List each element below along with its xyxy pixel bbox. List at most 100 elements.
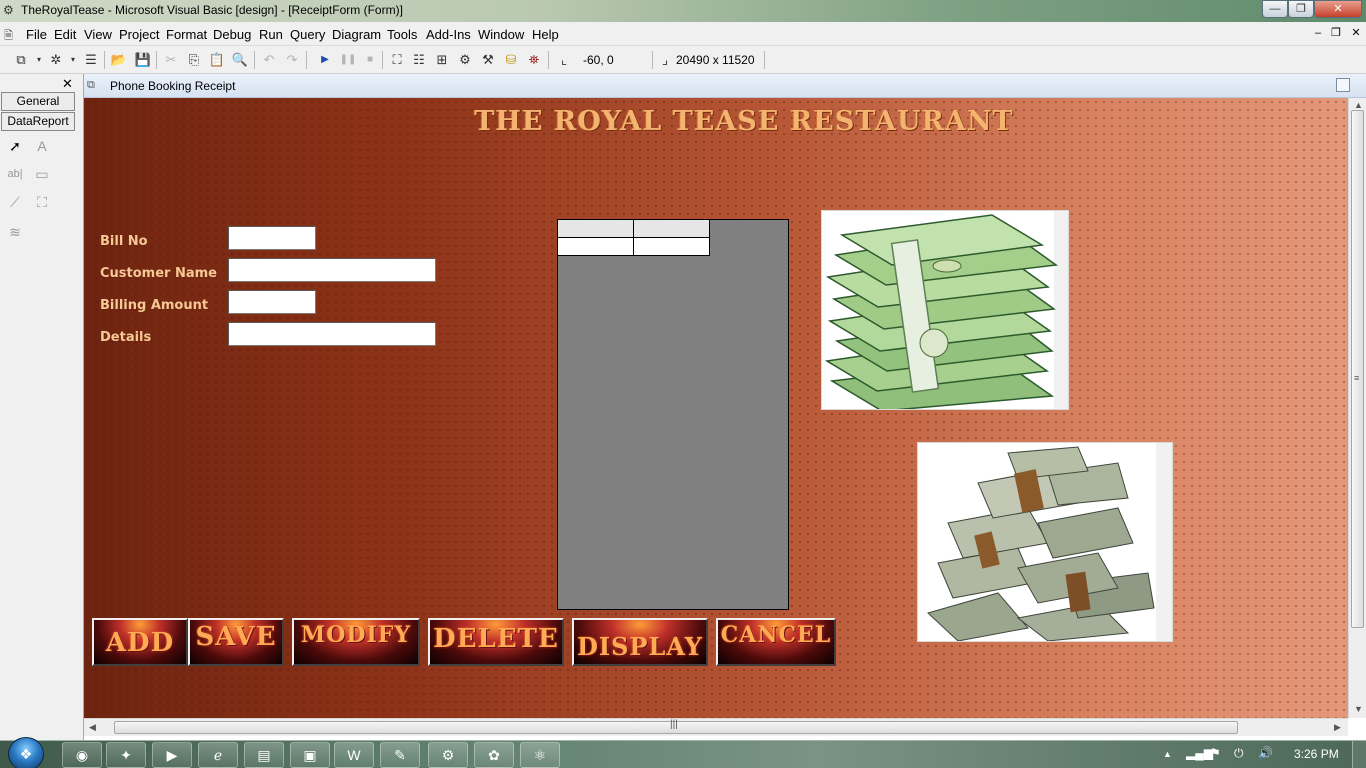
menu-help[interactable]: Help <box>532 27 559 42</box>
dropdown-arrow-icon[interactable]: ▾ <box>30 51 48 69</box>
minimize-button[interactable]: — <box>1262 0 1288 18</box>
control-panel-taskbar-icon[interactable]: ⚛ <box>520 742 560 768</box>
visual-basic-taskbar-icon[interactable]: ⚙ <box>428 742 468 768</box>
start-button[interactable]: ❖ <box>8 737 44 768</box>
show-desktop-button[interactable] <box>1352 741 1366 768</box>
copy-icon[interactable]: ⎘ <box>185 51 203 69</box>
mdi-minimize-button[interactable]: – <box>1310 27 1326 41</box>
line-tool-icon[interactable]: ⟋ <box>5 192 25 212</box>
horizontal-scrollbar[interactable]: ◀ ||| ▶ <box>84 718 1348 736</box>
menu-view[interactable]: View <box>84 27 112 42</box>
power-icon[interactable]: ⏻ <box>1234 746 1244 761</box>
undo-icon[interactable]: ↶ <box>260 51 278 69</box>
menu-add-ins[interactable]: Add-Ins <box>426 27 471 42</box>
toolbox-close-button[interactable]: ✕ <box>62 76 73 92</box>
scroll-up-arrow-icon[interactable]: ▲ <box>1354 100 1363 110</box>
internet-explorer-taskbar-icon[interactable]: ℯ <box>198 742 238 768</box>
grid-header-cell[interactable] <box>634 220 710 238</box>
vertical-scroll-thumb[interactable] <box>1351 110 1364 628</box>
menu-project[interactable]: Project <box>119 27 159 42</box>
window-taskbar-icon[interactable]: ▣ <box>290 742 330 768</box>
billing-amount-input[interactable] <box>228 290 316 314</box>
menu-edit[interactable]: Edit <box>54 27 76 42</box>
grid-header-cell[interactable] <box>558 220 634 238</box>
delete-button[interactable]: DELETE <box>428 618 564 666</box>
close-button[interactable]: ✕ <box>1314 0 1362 18</box>
file-explorer-taskbar-icon[interactable]: ▤ <box>244 742 284 768</box>
run-icon[interactable]: ▶ <box>316 51 334 69</box>
grid-cell[interactable] <box>634 238 710 256</box>
vb-app-icon[interactable]: ⚙ <box>3 3 17 17</box>
vertical-scrollbar[interactable]: ▲ ≡ ▼ <box>1348 98 1366 718</box>
details-input[interactable] <box>228 322 436 346</box>
paint-taskbar-icon[interactable]: ✿ <box>474 742 514 768</box>
add-project-icon[interactable]: ⧉ <box>12 51 30 69</box>
maximize-button[interactable]: ❐ <box>1288 0 1314 18</box>
label-tool-icon[interactable]: A <box>32 136 52 156</box>
scroll-grip-icon: ≡ <box>1354 373 1360 383</box>
project-explorer-icon[interactable]: ⛶ <box>388 51 406 69</box>
redo-icon[interactable]: ↷ <box>283 51 301 69</box>
add-form-icon[interactable]: ✲ <box>47 51 65 69</box>
menu-query[interactable]: Query <box>290 27 325 42</box>
scroll-right-arrow-icon[interactable]: ▶ <box>1334 722 1341 733</box>
toolbar-separator <box>548 51 549 69</box>
toolbox-icon[interactable]: ⚒ <box>479 51 497 69</box>
menu-window[interactable]: Window <box>478 27 524 42</box>
receipt-form[interactable]: THE ROYAL TEASE RESTAURANT Bill No Custo… <box>84 98 1348 718</box>
show-hidden-icons-icon[interactable]: ▲ <box>1163 749 1172 759</box>
menu-run[interactable]: Run <box>259 27 283 42</box>
pdf-reader-taskbar-icon[interactable]: ✎ <box>380 742 420 768</box>
mdi-restore-button[interactable]: ❐ <box>1328 27 1344 41</box>
stop-icon[interactable]: ■ <box>361 51 379 69</box>
scroll-down-arrow-icon[interactable]: ▼ <box>1354 704 1363 714</box>
pause-icon[interactable]: ❚❚ <box>339 51 357 69</box>
receipt-data-grid[interactable] <box>557 219 789 610</box>
pointer-tool-icon[interactable]: ➚ <box>5 136 25 156</box>
sticky-app-taskbar-icon[interactable]: ✦ <box>106 742 146 768</box>
designer-window-button[interactable] <box>1336 78 1350 92</box>
menu-format[interactable]: Format <box>166 27 207 42</box>
taskbar-clock[interactable]: 3:26 PM <box>1294 747 1339 761</box>
save-icon[interactable]: 💾 <box>134 51 152 69</box>
modify-button[interactable]: MODIFY <box>292 618 420 666</box>
cancel-button[interactable]: CANCEL <box>716 618 836 666</box>
open-folder-icon[interactable]: 📂 <box>110 51 128 69</box>
menu-debug[interactable]: Debug <box>213 27 251 42</box>
textbox-tool-icon[interactable]: ab| <box>5 164 25 184</box>
volume-icon[interactable]: 🔊 <box>1258 746 1273 760</box>
menu-editor-icon[interactable]: ☰ <box>82 51 100 69</box>
network-signal-icon[interactable]: ▂▄▆ <box>1186 746 1213 760</box>
grid-cell[interactable] <box>558 238 634 256</box>
document-icon[interactable]: 🗎 <box>4 27 13 46</box>
component-manager-icon[interactable]: ⛯ <box>525 51 543 69</box>
object-browser-icon[interactable]: ⚙ <box>456 51 474 69</box>
cut-icon[interactable]: ✂ <box>162 51 180 69</box>
toolbox-tab-general[interactable]: General <box>1 92 75 111</box>
find-icon[interactable]: 🔍 <box>231 51 249 69</box>
function-tool-icon[interactable]: ≋ <box>5 222 25 242</box>
toolbox-tab-datareport[interactable]: DataReport <box>1 112 75 131</box>
action-center-flag-icon[interactable]: ⚑ <box>1210 746 1221 760</box>
bill-no-input[interactable] <box>228 226 316 250</box>
image-tool-icon[interactable]: ⛶ <box>32 192 52 212</box>
chrome-taskbar-icon[interactable]: ◉ <box>62 742 102 768</box>
mdi-close-button[interactable]: ✕ <box>1348 27 1364 41</box>
toolbar-separator <box>306 51 307 69</box>
save-button[interactable]: SAVE <box>188 618 284 666</box>
properties-window-icon[interactable]: ☷ <box>410 51 428 69</box>
paste-icon[interactable]: 📋 <box>208 51 226 69</box>
menu-file[interactable]: File <box>26 27 47 42</box>
add-button[interactable]: ADD <box>92 618 188 666</box>
scroll-left-arrow-icon[interactable]: ◀ <box>89 722 96 733</box>
dropdown-arrow-icon[interactable]: ▾ <box>64 51 82 69</box>
display-button[interactable]: DISPLAY <box>572 618 708 666</box>
menu-diagram[interactable]: Diagram <box>332 27 381 42</box>
data-view-icon[interactable]: ⛁ <box>502 51 520 69</box>
word-taskbar-icon[interactable]: W <box>334 742 374 768</box>
media-player-taskbar-icon[interactable]: ▶ <box>152 742 192 768</box>
menu-tools[interactable]: Tools <box>387 27 417 42</box>
form-layout-icon[interactable]: ⊞ <box>433 51 451 69</box>
customer-name-input[interactable] <box>228 258 436 282</box>
shape-tool-icon[interactable]: ▭ <box>32 164 52 184</box>
